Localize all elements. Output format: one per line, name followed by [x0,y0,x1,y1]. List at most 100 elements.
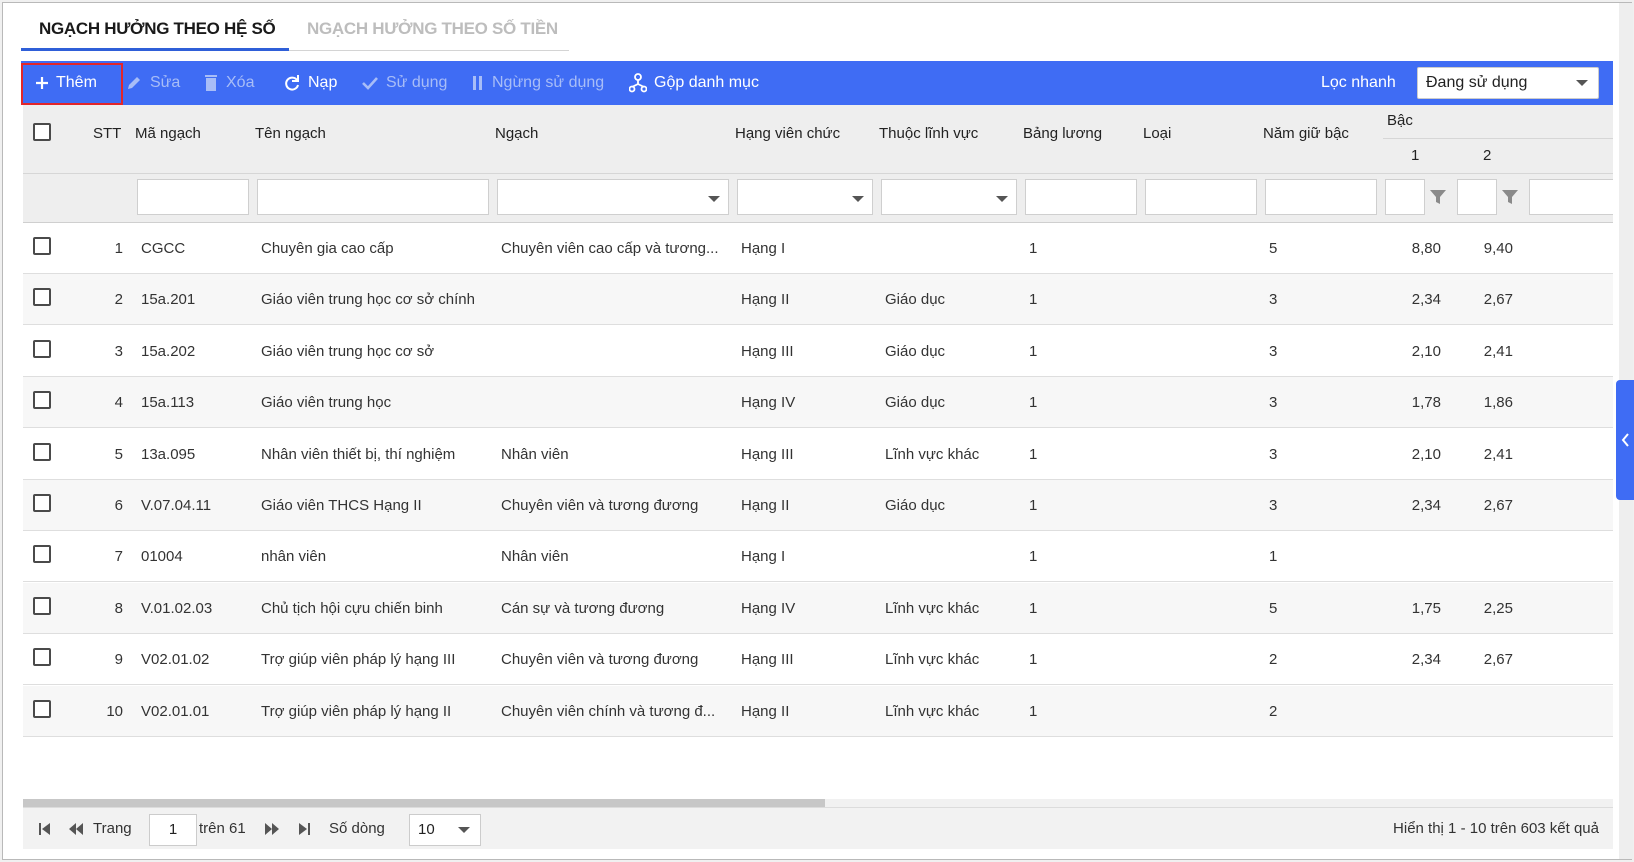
cell-type [1149,223,1249,274]
cell-grade [501,274,727,325]
chevron-down-icon [708,196,720,202]
cell-code: V02.01.01 [141,702,210,720]
side-panel-toggle[interactable] [1616,380,1634,500]
col-level-1[interactable]: 1 [1411,147,1419,164]
col-field[interactable]: Thuộc lĩnh vực [879,125,978,142]
row-checkbox[interactable] [33,391,51,410]
table-row[interactable]: 10 V02.01.01 Trợ giúp viên pháp lý hạng II… [23,685,1613,737]
table-row[interactable]: 9 V02.01.02 Trợ giúp viên pháp lý hạng III… [23,634,1613,686]
cell-years: 3 [1269,394,1278,412]
cell-level-1: 2,34 [1411,651,1441,669]
filter-years-input[interactable] [1265,179,1377,215]
col-years[interactable]: Năm giữ bậc [1263,125,1349,142]
col-code[interactable]: Mã ngạch [135,125,201,142]
filter-funnel-icon[interactable] [1501,188,1519,206]
cell-level-1: 2,34 [1411,497,1441,514]
edit-button[interactable]: Sửa [125,61,180,105]
table-row[interactable]: 4 15a.113 Giáo viên trung học Hạng IV Giáo d… [23,377,1613,429]
level-group-divider [1383,138,1613,139]
reload-button[interactable]: Nạp [283,61,337,105]
filter-field-select[interactable] [881,179,1017,215]
chevron-down-icon [852,196,864,202]
cell-code: V02.01.02 [141,651,210,669]
tab-amount[interactable]: NGẠCH HƯỞNG THEO SỐ TIỀN [307,19,558,39]
filter-level-3-input[interactable] [1529,179,1613,215]
row-checkbox[interactable] [33,648,51,667]
cell-field: Giáo dục [885,342,946,360]
cell-stt: 4 [114,394,123,412]
row-checkbox[interactable] [33,699,51,718]
col-rank[interactable]: Hạng viên chức [735,125,840,142]
cell-name: Chuyên gia cao cấp [261,240,394,257]
row-checkbox[interactable] [33,545,51,564]
quick-filter-select[interactable]: Đang sử dụng [1417,67,1599,99]
col-stt[interactable]: STT [93,125,121,142]
table-row[interactable]: 3 15a.202 Giáo viên trung học cơ sở Hạng II… [23,326,1613,377]
table-row[interactable]: 2 15a.201 Giáo viên trung học cơ sở chính H… [23,274,1613,326]
cell-field [885,223,1015,274]
col-type[interactable]: Loại [1143,125,1171,142]
filter-name-input[interactable] [257,179,489,215]
previous-page-icon[interactable] [69,823,83,835]
col-salary-table[interactable]: Bảng lương [1023,125,1102,142]
cell-rank: Hạng III [741,342,794,360]
pause-icon [473,76,482,90]
cell-rank: Hạng I [741,548,786,566]
table-row[interactable]: 6 V.07.04.11 Giáo viên THCS Hạng II Chuyên … [23,480,1613,531]
filter-code-input[interactable] [137,179,249,215]
row-checkbox[interactable] [33,339,51,358]
col-name[interactable]: Tên ngạch [255,125,326,142]
cell-field: Lĩnh vực khác [885,599,980,617]
row-checkbox[interactable] [33,494,51,512]
row-checkbox[interactable] [33,442,51,461]
next-page-icon[interactable] [265,823,279,835]
cell-level-2 [1457,686,1513,737]
cell-grade [501,326,727,377]
cell-level-2: 9,40 [1483,240,1513,257]
filter-rank-select[interactable] [737,179,873,215]
first-page-icon[interactable] [39,823,51,835]
cell-name: Giáo viên trung học cơ sở [261,342,435,360]
row-checkbox[interactable] [33,596,51,615]
cell-type [1149,634,1249,685]
cell-type [1149,686,1249,737]
add-button[interactable]: Thêm [35,61,97,105]
cell-salary-table: 1 [1029,291,1038,309]
cell-salary-table: 1 [1029,342,1038,360]
stop-use-button[interactable]: Ngừng sử dụng [471,61,604,105]
cell-years: 3 [1269,342,1278,360]
table-row[interactable]: 8 V.01.02.03 Chủ tịch hội cựu chiến binh Cá… [23,582,1613,634]
use-button[interactable]: Sử dụng [361,61,447,105]
filter-level-2-input[interactable] [1457,179,1497,215]
merge-button[interactable]: Gộp danh mục [629,61,759,105]
delete-button[interactable]: Xóa [203,61,254,105]
cell-type [1149,583,1249,634]
col-level-2[interactable]: 2 [1483,147,1491,164]
cell-field: Giáo dục [885,291,946,309]
col-grade[interactable]: Ngạch [495,125,538,142]
filter-level-1-input[interactable] [1385,179,1425,215]
table-row[interactable]: 5 13a.095 Nhân viên thiết bị, thí nghiệm Nh… [23,429,1613,480]
tab-coefficient[interactable]: NGẠCH HƯỞNG THEO HỆ SỐ [39,19,276,39]
filter-type-input[interactable] [1145,179,1257,215]
cell-level-2: 2,41 [1483,342,1513,360]
main-window: NGẠCH HƯỞNG THEO HỆ SỐ NGẠCH HƯỞNG THEO … [2,2,1633,860]
row-checkbox[interactable] [33,237,51,255]
stop-use-button-label: Ngừng sử dụng [492,74,605,91]
select-all-checkbox[interactable] [33,123,51,141]
cell-level-1: 8,80 [1411,240,1441,257]
quick-filter-label: Lọc nhanh [1321,74,1396,91]
row-checkbox[interactable] [33,288,51,307]
last-page-icon[interactable] [299,823,311,835]
filter-salary-table-input[interactable] [1025,179,1137,215]
rows-per-page-select[interactable]: 10 [409,814,481,846]
table-row[interactable]: 1 CGCC Chuyên gia cao cấp Chuyên viên cao c… [23,223,1613,274]
horizontal-scrollbar[interactable] [23,799,1613,807]
results-summary: Hiển thị 1 - 10 trên 603 kết quả [1393,820,1599,837]
filter-funnel-icon[interactable] [1429,188,1447,206]
cell-name: Giáo viên trung học [261,394,392,412]
page-number-input[interactable]: 1 [149,814,197,846]
table-row[interactable]: 7 01004 nhân viên Nhân viên Hạng I 1 1 [23,531,1613,583]
horizontal-scrollbar-thumb[interactable] [23,799,825,807]
filter-grade-select[interactable] [497,179,729,215]
